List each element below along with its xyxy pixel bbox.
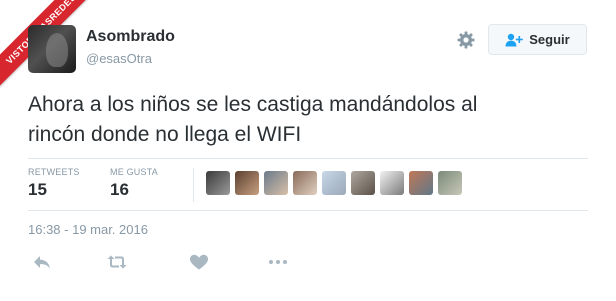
retweets-label: RETWEETS	[28, 167, 80, 177]
liker-avatar[interactable]	[322, 171, 346, 195]
tweet-text: Ahora a los niños se les castiga mandánd…	[28, 90, 588, 150]
tweet-text-line: Ahora a los niños se les castiga mandánd…	[28, 93, 478, 116]
liker-avatar[interactable]	[235, 171, 259, 195]
divider	[28, 210, 588, 211]
follow-label: Seguir	[529, 32, 570, 47]
likes-stat[interactable]: ME GUSTA 16	[110, 167, 158, 200]
liker-avatar[interactable]	[293, 171, 317, 195]
avatar[interactable]	[28, 25, 76, 73]
liker-avatar[interactable]	[438, 171, 462, 195]
gear-icon[interactable]	[456, 30, 476, 50]
tweet-text-line: rincón donde no llega el WIFI	[28, 123, 302, 146]
retweets-count: 15	[28, 180, 47, 199]
reply-icon[interactable]	[32, 254, 52, 270]
divider	[28, 158, 588, 159]
stats-separator	[193, 168, 194, 202]
liker-avatar[interactable]	[409, 171, 433, 195]
liker-avatar[interactable]	[351, 171, 375, 195]
retweets-stat[interactable]: RETWEETS 15	[28, 167, 80, 200]
follow-button[interactable]: Seguir	[488, 24, 587, 55]
author-name[interactable]: Asombrado	[86, 28, 175, 46]
likers-avatars	[206, 171, 462, 195]
liker-avatar[interactable]	[264, 171, 288, 195]
like-icon[interactable]	[189, 254, 209, 270]
liker-avatar[interactable]	[206, 171, 230, 195]
likes-count: 16	[110, 180, 129, 199]
retweet-icon[interactable]	[107, 254, 127, 270]
tweet-timestamp[interactable]: 16:38 - 19 mar. 2016	[28, 222, 148, 237]
likes-label: ME GUSTA	[110, 167, 158, 177]
author-handle[interactable]: @esasOtra	[86, 51, 152, 66]
liker-avatar[interactable]	[380, 171, 404, 195]
more-icon[interactable]	[268, 254, 288, 270]
add-user-icon	[505, 33, 524, 46]
